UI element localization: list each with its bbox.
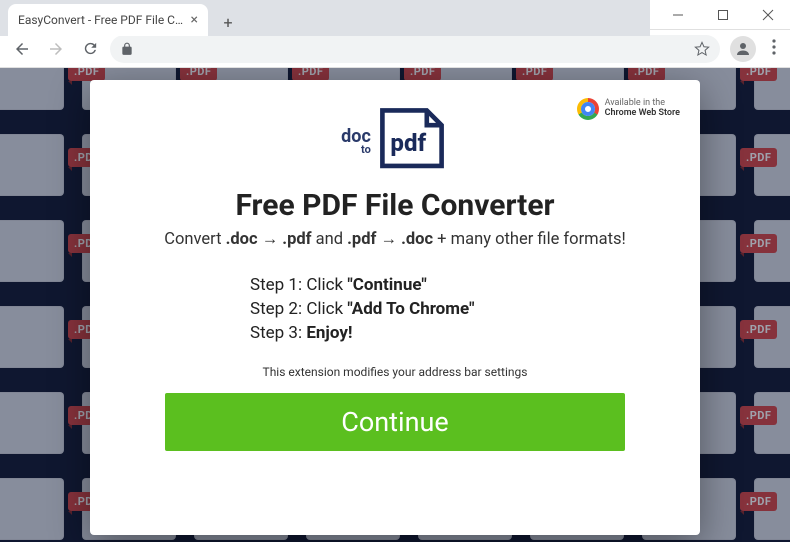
maximize-button[interactable]	[700, 0, 745, 30]
step-3: Step 3: Enjoy!	[250, 323, 474, 343]
close-tab-icon[interactable]: ×	[191, 12, 198, 28]
sub-mid: and	[312, 230, 348, 249]
kebab-icon	[772, 39, 776, 55]
pdf-thumbnail: .PDF	[754, 134, 790, 196]
sub-prefix: Convert	[164, 230, 225, 249]
maximize-icon	[717, 9, 729, 21]
step-bold: Enjoy!	[306, 323, 352, 343]
pdf-thumbnail: .PDF	[754, 478, 790, 540]
address-bar[interactable]	[110, 35, 720, 63]
minimize-button[interactable]	[655, 0, 700, 30]
back-button[interactable]	[8, 35, 36, 63]
cws-line2: Chrome Web Store	[605, 109, 680, 119]
chrome-web-store-label: Available in the Chrome Web Store	[605, 99, 680, 119]
pdf-badge: .PDF	[740, 492, 777, 511]
sub-arrow2: →	[376, 230, 401, 249]
step-label: Step 2: Click	[250, 299, 347, 319]
logo-doc-text: doc to	[341, 129, 371, 155]
minimize-icon	[672, 9, 684, 21]
browser-menu-button[interactable]	[766, 39, 782, 59]
document-icon: pdf	[375, 106, 449, 174]
pdf-thumbnail: .PDF	[0, 68, 64, 110]
forward-button[interactable]	[42, 35, 70, 63]
chrome-web-store-badge[interactable]: Available in the Chrome Web Store	[577, 98, 680, 120]
steps-list: Step 1: Click "Continue"Step 2: Click "A…	[250, 271, 474, 347]
close-window-button[interactable]	[745, 0, 790, 30]
new-tab-button[interactable]: +	[214, 8, 242, 36]
pdf-thumbnail: .PDF	[0, 220, 64, 282]
pdf-badge: .PDF	[740, 68, 777, 81]
pdf-badge: .PDF	[740, 234, 777, 253]
reload-button[interactable]	[76, 35, 104, 63]
url-input[interactable]	[142, 41, 686, 56]
pdf-thumbnail: .PDF	[754, 392, 790, 454]
forward-arrow-icon	[47, 40, 65, 58]
tab-strip: EasyConvert - Free PDF File Conv × +	[0, 0, 650, 36]
padlock-icon	[120, 42, 134, 56]
sub-doc: .doc	[226, 230, 258, 249]
reload-icon	[82, 40, 99, 57]
step-label: Step 3:	[250, 323, 306, 343]
pdf-thumbnail: .PDF	[754, 306, 790, 368]
page-viewport: .PDF.PDF.PDF.PDF.PDF.PDF.PDF.PDF.PDF.PDF…	[0, 68, 790, 542]
pdf-thumbnail: .PDF	[0, 478, 64, 540]
logo-pdf-text: pdf	[390, 129, 426, 157]
profile-avatar-button[interactable]	[730, 36, 756, 62]
pdf-thumbnail: .PDF	[0, 392, 64, 454]
step-2: Step 2: Click "Add To Chrome"	[250, 299, 474, 319]
sub-pdf: .pdf	[282, 230, 311, 249]
pdf-thumbnail: .PDF	[0, 134, 64, 196]
tab-title: EasyConvert - Free PDF File Conv	[18, 13, 185, 27]
chrome-icon	[577, 98, 599, 120]
back-arrow-icon	[13, 40, 31, 58]
subtitle: Convert .doc → .pdf and .pdf → .doc + ma…	[164, 229, 626, 251]
pdf-thumbnail: .PDF	[754, 220, 790, 282]
profile-icon	[734, 40, 752, 58]
step-1: Step 1: Click "Continue"	[250, 275, 474, 295]
step-bold: "Add To Chrome"	[347, 299, 474, 319]
promo-popup-card: Available in the Chrome Web Store doc to…	[90, 80, 700, 535]
pdf-badge: .PDF	[740, 320, 777, 339]
sub-arrow1: →	[258, 230, 283, 249]
pdf-badge: .PDF	[740, 406, 777, 425]
logo-pdf-box: pdf	[375, 106, 449, 178]
disclaimer-text: This extension modifies your address bar…	[263, 365, 528, 379]
page-title: Free PDF File Converter	[235, 188, 554, 223]
sub-suffix: + many other file formats!	[433, 230, 626, 249]
pdf-badge: .PDF	[740, 148, 777, 167]
continue-button[interactable]: Continue	[165, 393, 625, 451]
sub-pdf2: .pdf	[347, 230, 376, 249]
pdf-thumbnail: .PDF	[0, 306, 64, 368]
bookmark-star-icon[interactable]	[694, 41, 710, 57]
step-bold: "Continue"	[347, 275, 426, 295]
step-label: Step 1: Click	[250, 275, 347, 295]
app-logo: doc to pdf	[341, 106, 449, 178]
browser-tab[interactable]: EasyConvert - Free PDF File Conv ×	[8, 4, 208, 36]
pdf-thumbnail: .PDF	[754, 68, 790, 110]
sub-doc2: .doc	[401, 230, 433, 249]
close-icon	[762, 9, 774, 21]
